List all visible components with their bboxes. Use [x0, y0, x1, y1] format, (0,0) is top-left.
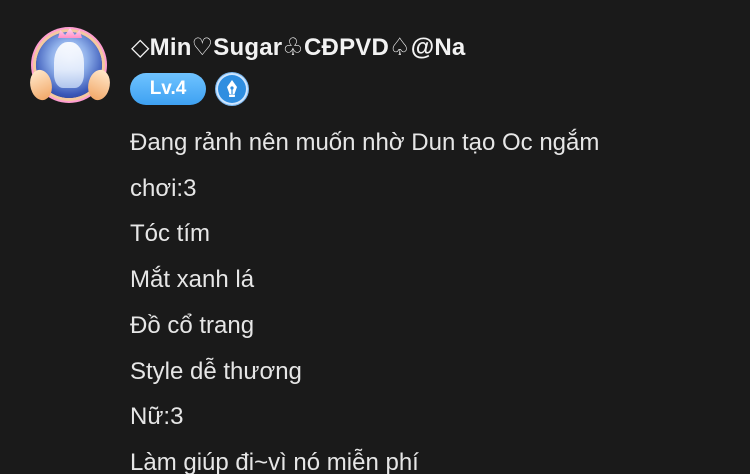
level-badge[interactable]: Lv.4: [130, 73, 206, 105]
fountain-pen-icon[interactable]: [216, 73, 248, 105]
post-body-line: Đồ cổ trang: [130, 311, 255, 339]
post-body-line: Style dễ thương: [130, 357, 302, 385]
author-username[interactable]: ◇Min♡Sugar♧CĐPVD♤@Na: [131, 33, 465, 62]
post-body-line: Nữ:3: [130, 403, 184, 431]
post-card: ◇Min♡Sugar♧CĐPVD♤@Na Lv.4 Đang rảnh nên …: [0, 0, 750, 474]
post-body-line: Làm giúp đi~vì nó miễn phí: [130, 448, 419, 474]
post-body: Đang rảnh nên muốn nhờ Dun tạo Oc ngắm c…: [130, 120, 730, 474]
post-body-line: Tóc tím: [130, 220, 211, 248]
post-body-line: Mắt xanh lá: [130, 266, 255, 294]
avatar-frame-crown: [58, 28, 82, 38]
avatar-character: [54, 42, 84, 88]
post-body-line: Đang rảnh nên muốn nhờ Dun tạo Oc ngắm: [130, 129, 600, 156]
author-badges: Lv.4: [130, 72, 248, 106]
post-body-line: chơi:3: [130, 174, 197, 202]
author-avatar[interactable]: [24, 28, 116, 106]
